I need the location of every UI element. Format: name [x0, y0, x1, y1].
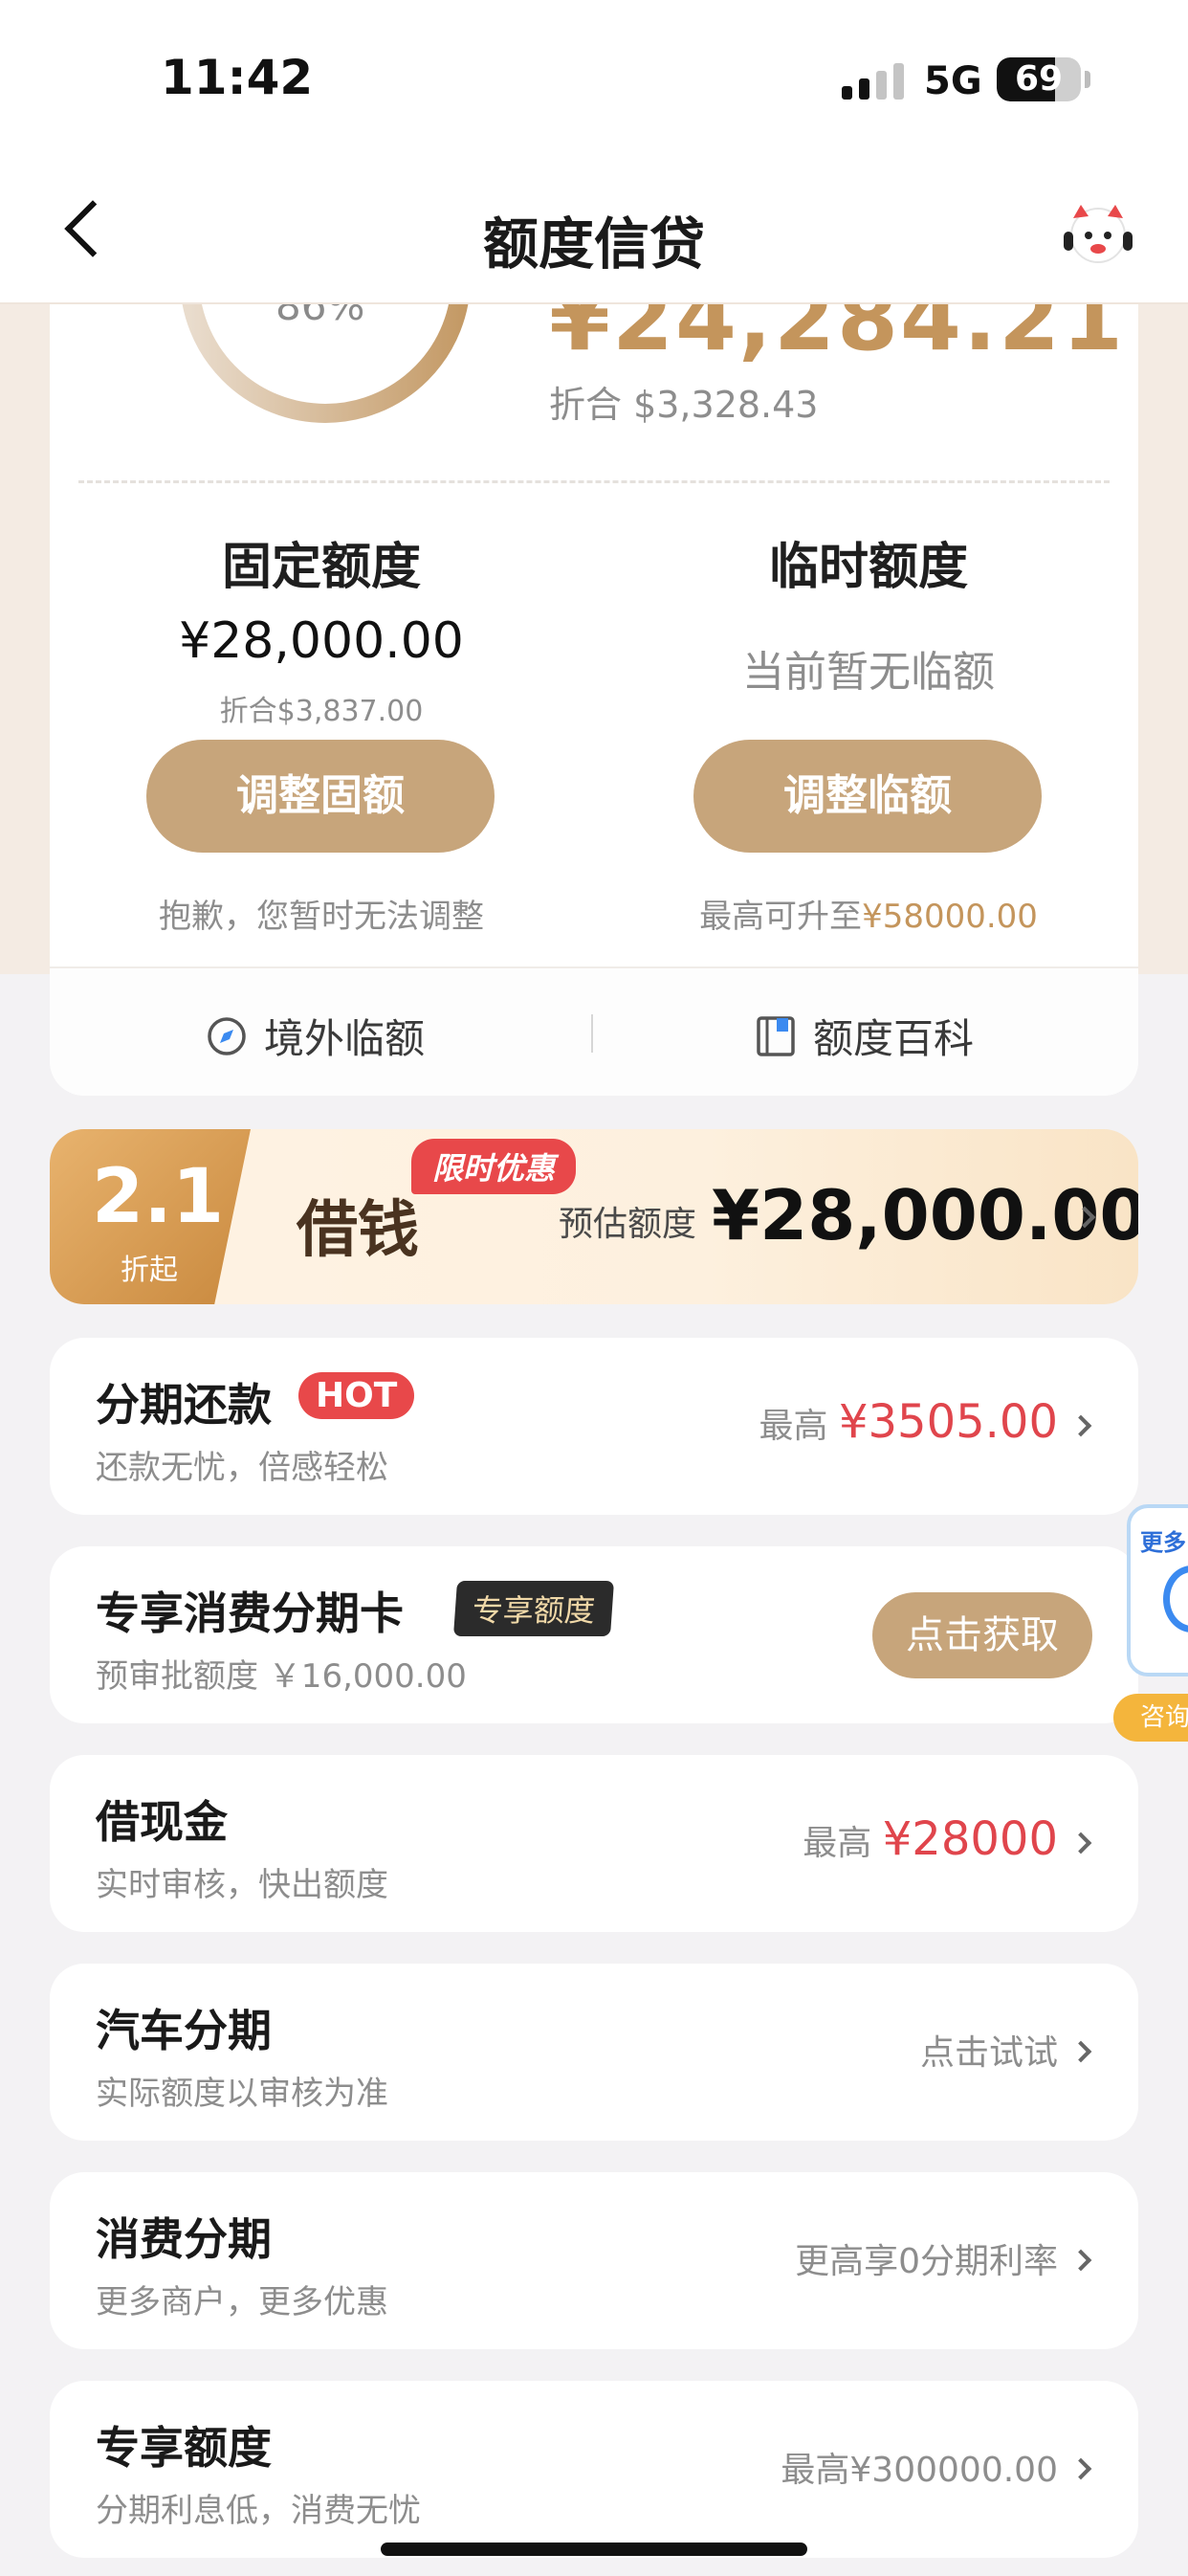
overseas-temp-limit-label: 境外临额	[264, 1015, 426, 1062]
item-subtitle: 更多商户，更多优惠	[96, 2283, 388, 2321]
battery-icon: 69	[997, 57, 1081, 101]
credit-wiki-link[interactable]: 额度百科	[754, 1007, 974, 1065]
mascot-service-icon[interactable]	[1058, 197, 1138, 270]
estimate-label: 预估额度	[559, 1205, 697, 1244]
overseas-temp-limit-link[interactable]: 境外临额	[205, 1007, 425, 1065]
item-title: 专享消费分期卡	[96, 1588, 404, 1639]
item-max-amount: 最高 ¥28000	[803, 1812, 1058, 1866]
item-subtitle: 实际额度以审核为准	[96, 2075, 388, 2113]
borrow-promo-banner[interactable]: 2.1 折起 借钱 限时优惠 预估额度 ¥28,000.00	[50, 1129, 1138, 1304]
page-title: 额度信贷	[482, 211, 705, 277]
item-right-text: 更高享0分期利率	[795, 2242, 1058, 2281]
item-title: 借现金	[96, 1796, 228, 1848]
signal-icon	[842, 63, 905, 100]
installment-repay-item[interactable]: 分期还款 HOT 还款无忧，倍感轻松 最高 ¥3505.00	[50, 1338, 1138, 1515]
item-max-amount: 最高 ¥3505.00	[759, 1395, 1059, 1449]
item-right-text: 点击试试	[919, 2033, 1058, 2073]
temp-limit-note: 最高可升至¥58000.00	[601, 890, 1136, 937]
discount-rate: 2.1	[92, 1154, 225, 1240]
consult-tag[interactable]: 咨询	[1113, 1694, 1188, 1742]
get-card-button[interactable]: 点击获取	[872, 1592, 1092, 1678]
chevron-right-icon	[1069, 1414, 1092, 1437]
header-divider	[0, 302, 1188, 304]
item-subtitle: 实时审核，快出额度	[96, 1866, 388, 1904]
item-subtitle: 预审批额度 ￥16,000.00	[96, 1657, 467, 1696]
item-subtitle: 分期利息低，消费无忧	[96, 2492, 421, 2530]
max-prefix: 最高	[759, 1407, 828, 1446]
discount-suffix: 折起	[121, 1254, 178, 1287]
battery-tip	[1085, 71, 1090, 88]
hot-badge: HOT	[298, 1372, 415, 1419]
home-indicator	[381, 2543, 807, 2556]
limited-offer-tag: 限时优惠	[411, 1139, 577, 1194]
credit-wiki-label: 额度百科	[813, 1015, 975, 1062]
book-icon	[757, 1015, 795, 1056]
network-type: 5G	[924, 59, 982, 103]
item-title: 汽车分期	[96, 2005, 272, 2056]
chat-bubble-icon	[1163, 1566, 1188, 1632]
exclusive-quota-tag: 专享额度	[452, 1581, 615, 1636]
consumer-card-item[interactable]: 专享消费分期卡 专享额度 预审批额度 ￥16,000.00 点击获取	[50, 1546, 1138, 1723]
adjust-temp-button[interactable]: 调整临额	[693, 740, 1042, 853]
temp-limit-max: ¥58000.00	[862, 898, 1038, 936]
car-installment-item[interactable]: 汽车分期 实际额度以审核为准 点击试试	[50, 1964, 1138, 2141]
exclusive-quota-item[interactable]: 专享额度 分期利息低，消费无忧 最高¥300000.00	[50, 2381, 1138, 2558]
max-prefix: 最高	[803, 1824, 872, 1863]
compass-icon	[208, 1016, 246, 1055]
borrow-title: 借钱	[297, 1194, 419, 1266]
chevron-right-icon	[1069, 2249, 1092, 2272]
temp-limit-note-prefix: 最高可升至	[699, 898, 863, 936]
temp-limit-title: 临时额度	[768, 539, 968, 596]
fixed-limit-note: 抱歉，您暂时无法调整	[159, 898, 484, 936]
available-equiv: 折合 $3,328.43	[549, 384, 819, 426]
chevron-right-icon	[1069, 2040, 1092, 2063]
more-label: 更多	[1140, 1529, 1186, 1556]
max-value: ¥3505.00	[838, 1395, 1058, 1449]
fixed-limit-equiv: 折合$3,837.00	[219, 695, 424, 728]
fixed-limit-title: 固定额度	[221, 539, 421, 596]
battery-percent: 69	[1014, 59, 1064, 99]
item-right-text: 最高¥300000.00	[781, 2451, 1058, 2490]
adjust-fixed-button[interactable]: 调整固额	[146, 740, 495, 853]
temp-limit-status: 当前暂无临额	[742, 648, 995, 697]
tool-separator	[591, 1014, 593, 1053]
credit-tools-bar: 境外临额 额度百科	[50, 966, 1138, 1096]
status-time: 11:42	[161, 50, 314, 105]
top-bar: 11:42 5G 69 额度信贷	[0, 0, 1188, 304]
fixed-limit-amount: ¥28,000.00	[179, 612, 464, 670]
background-accent	[1138, 304, 1188, 974]
max-value: ¥28000	[882, 1812, 1058, 1866]
item-title: 消费分期	[96, 2213, 272, 2265]
item-subtitle: 还款无忧，倍感轻松	[96, 1449, 388, 1487]
item-title: 专享额度	[96, 2422, 272, 2474]
consumer-installment-item[interactable]: 消费分期 更多商户，更多优惠 更高享0分期利率	[50, 2172, 1138, 2349]
background-accent	[0, 304, 50, 974]
divider	[78, 480, 1110, 483]
cash-loan-item[interactable]: 借现金 实时审核，快出额度 最高 ¥28000	[50, 1755, 1138, 1932]
chevron-right-icon	[1069, 2457, 1092, 2480]
more-consult-widget[interactable]: 更多	[1127, 1504, 1188, 1677]
chevron-right-icon	[1069, 1832, 1092, 1854]
item-title: 分期还款	[96, 1379, 272, 1431]
